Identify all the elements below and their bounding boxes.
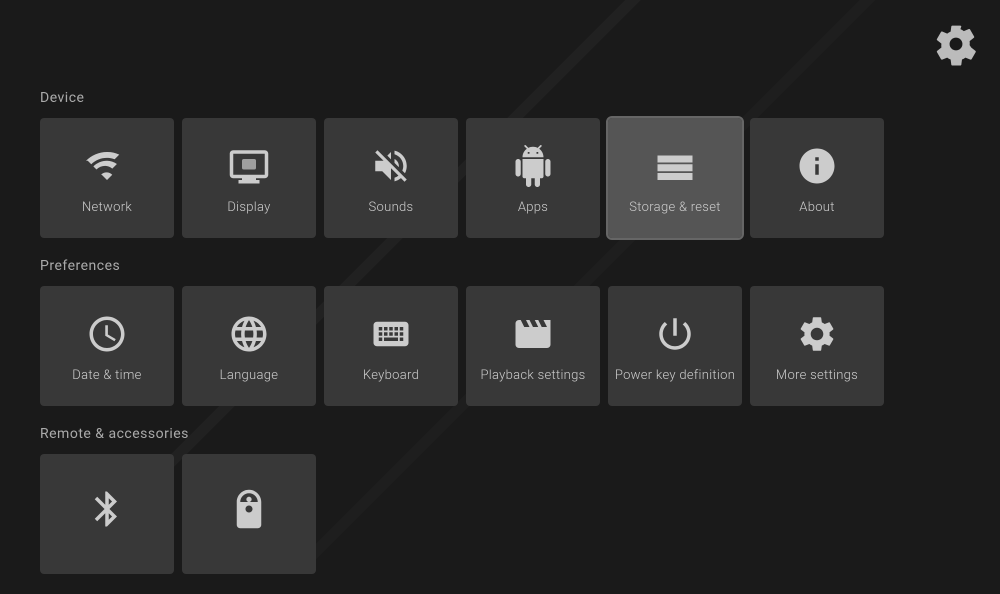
preferences-section-label: Preferences <box>40 258 960 274</box>
tile-playback-settings[interactable]: Playback settings <box>466 286 600 406</box>
tile-language[interactable]: Language <box>182 286 316 406</box>
power-icon <box>651 310 699 358</box>
gear-settings-icon <box>793 310 841 358</box>
tile-display-label: Display <box>227 200 270 215</box>
globe-icon <box>225 310 273 358</box>
tile-sounds-label: Sounds <box>369 200 414 215</box>
tile-language-label: Language <box>220 368 279 383</box>
tile-more-settings-label: More settings <box>776 368 858 383</box>
tile-about-label: About <box>799 200 834 215</box>
tile-sounds[interactable]: Sounds <box>324 118 458 238</box>
remote-icon <box>225 485 273 533</box>
device-grid: Network Display Sounds Apps <box>40 118 960 238</box>
tile-keyboard-label: Keyboard <box>363 368 419 383</box>
tile-apps[interactable]: Apps <box>466 118 600 238</box>
bluetooth-icon <box>83 485 131 533</box>
tile-about[interactable]: About <box>750 118 884 238</box>
display-icon <box>225 142 273 190</box>
tile-remote[interactable] <box>182 454 316 574</box>
preferences-grid: Date & time Language Keyboard Playback s… <box>40 286 960 406</box>
storage-icon <box>651 142 699 190</box>
tile-playback-settings-label: Playback settings <box>480 368 585 383</box>
tile-network-label: Network <box>82 200 132 215</box>
gear-icon[interactable] <box>932 20 980 68</box>
remote-section-label: Remote & accessories <box>40 426 960 442</box>
clock-icon <box>83 310 131 358</box>
info-icon <box>793 142 841 190</box>
remote-grid <box>40 454 960 574</box>
device-section-label: Device <box>40 90 960 106</box>
main-content: Device Network Display Sounds <box>0 0 1000 594</box>
wifi-icon <box>83 142 131 190</box>
tile-keyboard[interactable]: Keyboard <box>324 286 458 406</box>
tile-display[interactable]: Display <box>182 118 316 238</box>
keyboard-icon <box>367 310 415 358</box>
tile-storage-reset[interactable]: Storage & reset <box>608 118 742 238</box>
tile-bluetooth[interactable] <box>40 454 174 574</box>
mute-icon <box>367 142 415 190</box>
tile-power-key-definition[interactable]: Power key definition <box>608 286 742 406</box>
film-icon <box>509 310 557 358</box>
android-icon <box>509 142 557 190</box>
tile-date-time-label: Date & time <box>72 368 141 383</box>
tile-more-settings[interactable]: More settings <box>750 286 884 406</box>
tile-network[interactable]: Network <box>40 118 174 238</box>
tile-apps-label: Apps <box>518 200 548 215</box>
tile-date-time[interactable]: Date & time <box>40 286 174 406</box>
tile-storage-reset-label: Storage & reset <box>629 200 720 215</box>
tile-power-key-label: Power key definition <box>615 368 735 383</box>
